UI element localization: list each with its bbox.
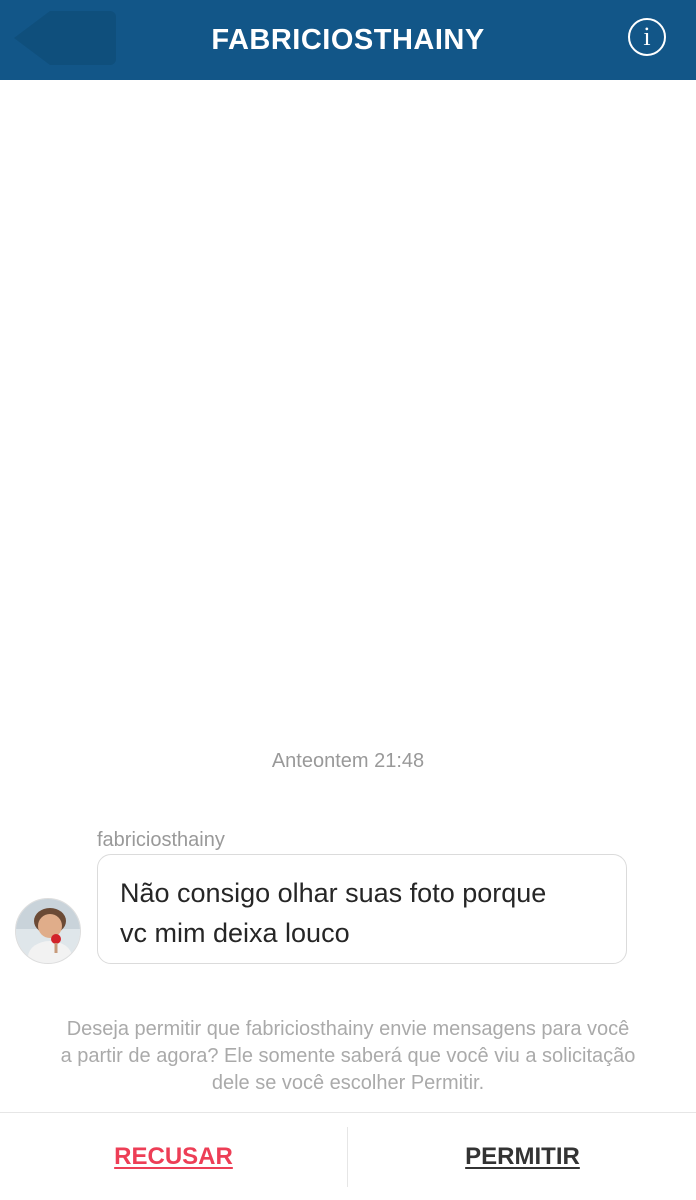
message-request-notice: Deseja permitir que fabriciosthainy envi… (12, 1016, 684, 1097)
sender-username: fabriciosthainy (97, 829, 225, 851)
notice-line: dele se você escolher Permitir. (211, 1072, 485, 1094)
message-text-line: vc mim deixa louco (120, 918, 350, 948)
top-navigation-bar: FABRICIOSTHAINY i (0, 0, 696, 80)
avatar-photo (16, 899, 80, 963)
decline-button[interactable]: RECUSAR (0, 1113, 347, 1200)
conversation-title: FABRICIOSTHAINY (211, 24, 485, 56)
allow-button[interactable]: PERMITIR (349, 1113, 696, 1200)
notice-line: Deseja permitir que fabriciosthainy envi… (66, 1018, 630, 1040)
direct-message-request-screen: FABRICIOSTHAINY i Anteontem 21:48 fabric… (0, 0, 696, 1200)
sender-avatar[interactable] (15, 898, 81, 964)
action-divider (347, 1127, 348, 1187)
message-timestamp: Anteontem 21:48 (271, 750, 425, 772)
notice-line: a partir de agora? Ele somente saberá qu… (60, 1045, 636, 1067)
info-icon[interactable]: i (628, 18, 666, 56)
message-bubble[interactable]: Não consigo olhar suas foto porque vc mi… (97, 854, 627, 964)
request-action-bar: RECUSAR PERMITIR (0, 1112, 696, 1200)
message-text-line: Não consigo olhar suas foto porque (120, 878, 547, 908)
